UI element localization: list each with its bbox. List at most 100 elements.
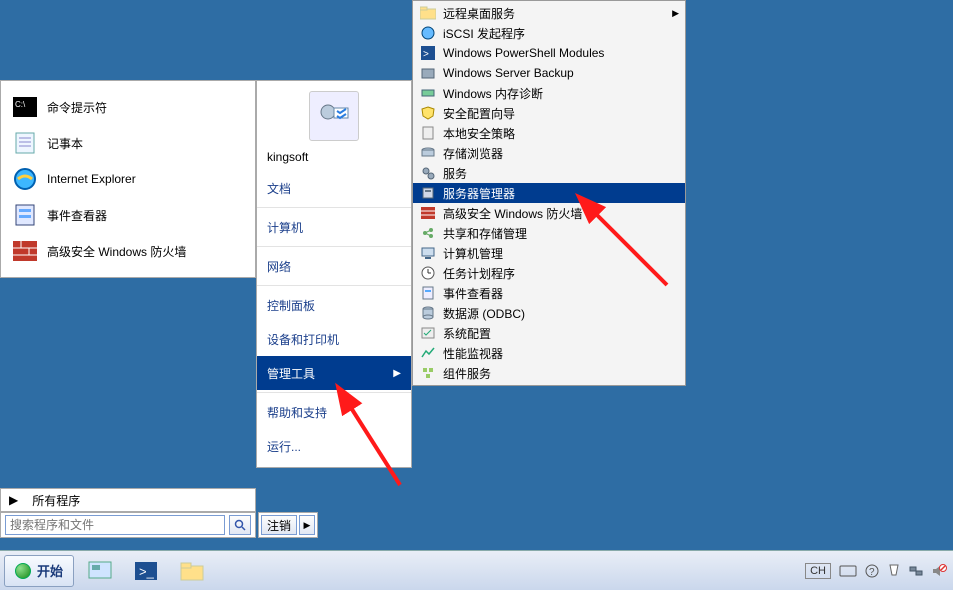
logout-box: 注销 ▶ <box>258 512 318 538</box>
start-menu-right-panel: kingsoft 文档 计算机 网络 控制面板 设备和打印机 管理工具 ▶ 帮助… <box>256 80 412 468</box>
taskbar-pinned-servermgr[interactable] <box>80 555 120 587</box>
firewall-icon <box>11 237 39 265</box>
place-label: 设备和打印机 <box>267 331 339 348</box>
submenu-item-tasksched[interactable]: 任务计划程序 <box>413 263 685 283</box>
ime-indicator[interactable]: CH <box>805 563 831 579</box>
submenu-label: 服务器管理器 <box>443 185 515 202</box>
pinned-item-notepad[interactable]: 记事本 <box>1 125 255 161</box>
pinned-label: 事件查看器 <box>47 207 107 224</box>
logout-label: 注销 <box>267 517 291 534</box>
submenu-label: 事件查看器 <box>443 285 503 302</box>
pinned-item-eventviewer[interactable]: 事件查看器 <box>1 197 255 233</box>
search-row <box>0 512 256 538</box>
place-label: 管理工具 <box>267 365 315 382</box>
taskbar-pinned-explorer[interactable] <box>172 555 212 587</box>
place-admintools[interactable]: 管理工具 ▶ <box>257 356 411 390</box>
ie-icon <box>11 165 39 193</box>
submenu-label: 系统配置 <box>443 325 491 342</box>
submenu-label: 安全配置向导 <box>443 105 515 122</box>
submenu-item-share[interactable]: 共享和存储管理 <box>413 223 685 243</box>
separator <box>257 392 411 393</box>
search-button[interactable] <box>229 515 251 535</box>
place-help[interactable]: 帮助和支持 <box>257 395 411 429</box>
gears-icon <box>419 165 437 181</box>
logout-button[interactable]: 注销 <box>261 515 297 535</box>
place-label: 运行... <box>267 438 301 455</box>
submenu-item-perfmon[interactable]: 性能监视器 <box>413 343 685 363</box>
pinned-label: 高级安全 Windows 防火墙 <box>47 243 186 260</box>
database-icon <box>419 305 437 321</box>
place-label: 帮助和支持 <box>267 404 327 421</box>
place-network[interactable]: 网络 <box>257 249 411 283</box>
shield-icon <box>419 105 437 121</box>
all-programs-row[interactable]: ▶ 所有程序 <box>0 488 256 512</box>
taskbar: 开始 >_ CH ? <box>0 550 953 590</box>
submenu-label: iSCSI 发起程序 <box>443 25 525 42</box>
submenu-item-storage[interactable]: 存储浏览器 <box>413 143 685 163</box>
submenu-label: 组件服务 <box>443 365 491 382</box>
globe-icon <box>419 25 437 41</box>
place-label: 计算机 <box>267 219 303 236</box>
submenu-item-scw[interactable]: 安全配置向导 <box>413 103 685 123</box>
place-controlpanel[interactable]: 控制面板 <box>257 288 411 322</box>
tray-keyboard-icon[interactable] <box>839 564 857 578</box>
memory-icon <box>419 85 437 101</box>
event-viewer-icon <box>11 201 39 229</box>
place-run[interactable]: 运行... <box>257 429 411 463</box>
submenu-item-localsec[interactable]: 本地安全策略 <box>413 123 685 143</box>
folder-icon <box>419 5 437 21</box>
submenu-arrow-icon: ▶ <box>672 8 679 19</box>
cmd-icon: C:\ <box>11 93 39 121</box>
submenu-item-backup[interactable]: Windows Server Backup <box>413 63 685 83</box>
submenu-item-compmgmt[interactable]: 计算机管理 <box>413 243 685 263</box>
windows-orb-icon <box>15 563 31 579</box>
username-label: kingsoft <box>267 150 308 164</box>
submenu-item-event[interactable]: 事件查看器 <box>413 283 685 303</box>
start-button[interactable]: 开始 <box>4 555 74 587</box>
separator <box>257 207 411 208</box>
clock-icon <box>419 265 437 281</box>
start-label: 开始 <box>37 561 63 580</box>
computer-mgmt-icon <box>419 245 437 261</box>
pinned-label: 记事本 <box>47 135 83 152</box>
tray-network-icon[interactable] <box>909 564 923 578</box>
firewall-icon <box>419 205 437 221</box>
tray-action-center-icon[interactable] <box>887 564 901 578</box>
separator <box>257 246 411 247</box>
submenu-label: 存储浏览器 <box>443 145 503 162</box>
taskbar-pinned-powershell[interactable]: >_ <box>126 555 166 587</box>
submenu-item-compsvc[interactable]: 组件服务 <box>413 363 685 383</box>
submenu-arrow-icon: ▶ <box>393 368 401 379</box>
place-documents[interactable]: 文档 <box>257 171 411 205</box>
submenu-item-advfirewall[interactable]: 高级安全 Windows 防火墙 <box>413 203 685 223</box>
all-programs-label: 所有程序 <box>32 492 80 509</box>
submenu-item-memdiag[interactable]: Windows 内存诊断 <box>413 83 685 103</box>
submenu-item-psmodules[interactable]: >Windows PowerShell Modules <box>413 43 685 63</box>
place-devices[interactable]: 设备和打印机 <box>257 322 411 356</box>
search-input[interactable] <box>5 515 225 535</box>
place-computer[interactable]: 计算机 <box>257 210 411 244</box>
tray-help-icon[interactable]: ? <box>865 564 879 578</box>
submenu-item-servermgr[interactable]: 服务器管理器 <box>413 183 685 203</box>
system-tray: CH ? <box>805 563 953 579</box>
start-menu-places: 文档 计算机 网络 控制面板 设备和打印机 管理工具 ▶ 帮助和支持 运行... <box>257 167 411 467</box>
submenu-item-rds[interactable]: 远程桌面服务▶ <box>413 3 685 23</box>
submenu-item-services[interactable]: 服务 <box>413 163 685 183</box>
tray-volume-icon[interactable] <box>931 564 947 578</box>
submenu-item-sysconf[interactable]: 系统配置 <box>413 323 685 343</box>
pinned-item-cmd[interactable]: C:\ 命令提示符 <box>1 89 255 125</box>
ime-label: CH <box>810 565 826 577</box>
perfmon-icon <box>419 345 437 361</box>
chevron-right-icon: ▶ <box>9 493 18 507</box>
pinned-item-ie[interactable]: Internet Explorer <box>1 161 255 197</box>
component-icon <box>419 365 437 381</box>
pinned-item-firewall[interactable]: 高级安全 Windows 防火墙 <box>1 233 255 269</box>
backup-icon <box>419 65 437 81</box>
submenu-item-odbc[interactable]: 数据源 (ODBC) <box>413 303 685 323</box>
logout-options-button[interactable]: ▶ <box>299 515 315 535</box>
pinned-label: 命令提示符 <box>47 99 107 116</box>
chevron-right-icon: ▶ <box>304 520 311 531</box>
submenu-item-iscsi[interactable]: iSCSI 发起程序 <box>413 23 685 43</box>
place-label: 文档 <box>267 180 291 197</box>
separator <box>257 285 411 286</box>
